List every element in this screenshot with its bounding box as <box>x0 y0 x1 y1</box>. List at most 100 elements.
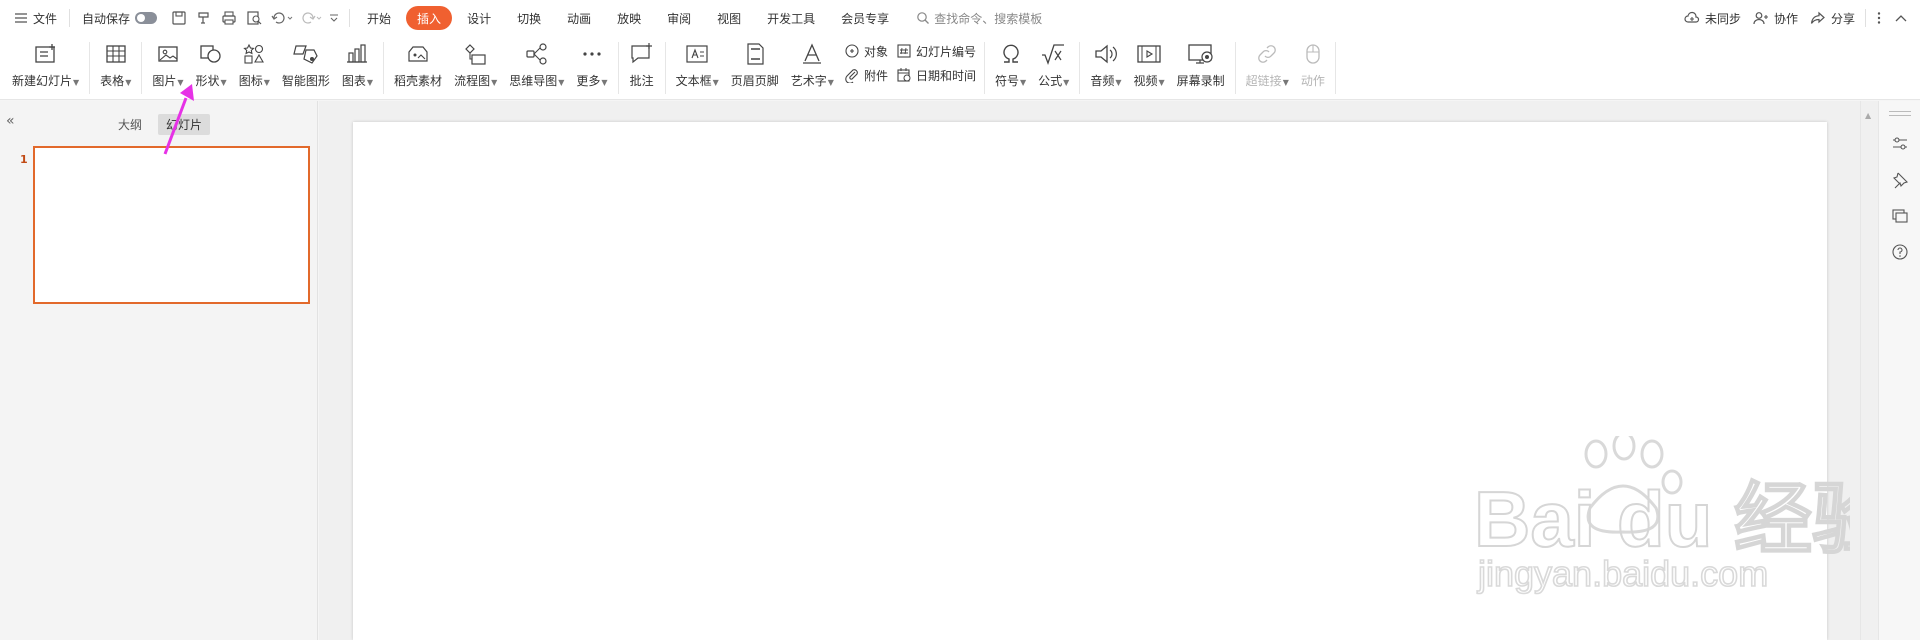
wordart-icon <box>803 43 822 64</box>
tab-9[interactable]: 会员专享 <box>828 6 902 30</box>
undo-icon[interactable] <box>268 9 294 27</box>
collapse-panel-icon[interactable]: « <box>6 113 15 129</box>
comment-icon <box>630 43 652 64</box>
print-preview-icon[interactable] <box>243 9 265 27</box>
toggle-switch-icon[interactable] <box>135 12 158 24</box>
ribbon-tabs: 开始 插入 设计 切换 动画 放映 审阅 视图 开发工具 会员专享 <box>354 0 902 36</box>
tab-5[interactable]: 放映 <box>604 6 654 30</box>
table-icon <box>106 45 126 63</box>
mouse-icon <box>1306 44 1320 64</box>
header-footer-button[interactable]: 页眉页脚 <box>725 40 785 96</box>
more-options-button[interactable] <box>1870 6 1888 30</box>
cloud-sync-icon <box>1684 11 1700 23</box>
icon-button[interactable]: 图标▼ <box>233 40 276 96</box>
hamburger-icon <box>15 13 27 23</box>
divider <box>1234 42 1236 94</box>
save-icon[interactable] <box>168 9 190 27</box>
collaborate-button[interactable]: 协作 <box>1747 6 1804 30</box>
tab-outline[interactable]: 大纲 <box>110 114 150 135</box>
shape-button[interactable]: 形状▼ <box>190 40 233 96</box>
formula-label: 公式 <box>1038 74 1063 88</box>
comment-label: 批注 <box>629 74 654 88</box>
scroll-up-icon[interactable]: ▲ <box>1865 111 1871 120</box>
formula-button[interactable]: 公式▼ <box>1032 40 1075 96</box>
hyperlink-label: 超链接 <box>1245 74 1282 88</box>
omega-symbol-icon <box>1002 44 1019 63</box>
object-button[interactable]: 对象 <box>844 42 888 60</box>
shape-icon <box>200 45 221 63</box>
tab-7[interactable]: 视图 <box>704 6 754 30</box>
comment-button[interactable]: 批注 <box>623 40 661 96</box>
panel-tabs: 大纲 幻灯片 <box>110 114 211 135</box>
smartart-label: 智能图形 <box>281 74 330 88</box>
tab-8[interactable]: 开发工具 <box>754 6 828 30</box>
paperclip-icon <box>845 69 858 83</box>
new-slide-icon <box>34 44 55 63</box>
autosave-toggle[interactable]: 自动保存 <box>74 6 165 30</box>
tab-0[interactable]: 开始 <box>354 6 404 30</box>
sidebar-grip <box>1889 111 1911 112</box>
flowchart-button[interactable]: 流程图▼ <box>448 40 503 96</box>
collapse-ribbon-button[interactable] <box>1888 6 1914 30</box>
slide-switch-icon[interactable] <box>1891 207 1909 225</box>
more-button[interactable]: 更多▼ <box>570 40 613 96</box>
audio-button[interactable]: 音频▼ <box>1084 40 1127 96</box>
attachment-button[interactable]: 附件 <box>844 66 888 84</box>
tab-2[interactable]: 设计 <box>454 6 504 30</box>
search-icon <box>917 12 930 24</box>
symbol-button[interactable]: 符号▼ <box>989 40 1032 96</box>
date-time-label: 日期和时间 <box>915 68 976 83</box>
sync-status-button[interactable]: 未同步 <box>1678 6 1747 30</box>
smartart-button[interactable]: 智能图形 <box>276 40 336 96</box>
insert-ribbon: 新建幻灯片▼ 表格▼ 图片▼ 形状▼ 图标▼ 智能图形 图表▼ 稻壳素材 流程图… <box>0 36 1920 100</box>
docer-assets-label: 稻壳素材 <box>394 74 443 88</box>
insert-small-group-1: 对象 附件 <box>840 40 892 86</box>
video-button[interactable]: 视频▼ <box>1127 40 1170 96</box>
search-box[interactable]: 查找命令、搜索模板 <box>902 10 1042 27</box>
right-task-sidebar <box>1878 101 1920 640</box>
slide-thumbnail[interactable] <box>33 146 310 304</box>
sync-label: 未同步 <box>1704 11 1741 26</box>
divider <box>383 42 385 94</box>
flowchart-label: 流程图 <box>454 74 491 88</box>
slide-number-button[interactable]: 幻灯片编号 <box>896 42 976 60</box>
tab-slides[interactable]: 幻灯片 <box>158 114 211 135</box>
pin-icon[interactable] <box>1891 171 1909 189</box>
picture-button[interactable]: 图片▼ <box>146 40 189 96</box>
vertical-scrollbar[interactable]: ▲ <box>1860 101 1878 640</box>
help-icon[interactable] <box>1891 243 1909 261</box>
share-button[interactable]: 分享 <box>1804 6 1861 30</box>
tab-3[interactable]: 切换 <box>504 6 554 30</box>
slide-navigation-panel: « 大纲 幻灯片 1 <box>0 101 318 640</box>
file-menu[interactable]: 文件 <box>0 6 65 30</box>
mindmap-button[interactable]: 思维导图▼ <box>503 40 570 96</box>
properties-icon[interactable] <box>1891 135 1909 153</box>
divider <box>664 42 666 94</box>
wordart-button[interactable]: 艺术字▼ <box>785 40 840 96</box>
format-painter-icon[interactable] <box>193 9 215 27</box>
hyperlink-button[interactable]: 超链接▼ <box>1240 40 1295 96</box>
chart-label: 图表 <box>341 74 366 88</box>
textbox-button[interactable]: 文本框▼ <box>670 40 725 96</box>
attachment-label: 附件 <box>863 68 888 83</box>
screen-record-button[interactable]: 屏幕录制 <box>1171 40 1231 96</box>
icon-label: 图标 <box>238 74 263 88</box>
docer-assets-button[interactable]: 稻壳素材 <box>388 40 448 96</box>
table-button[interactable]: 表格▼ <box>94 40 137 96</box>
slide-canvas[interactable] <box>353 122 1827 640</box>
redo-icon[interactable] <box>297 9 323 27</box>
tab-4[interactable]: 动画 <box>554 6 604 30</box>
chart-button[interactable]: 图表▼ <box>336 40 379 96</box>
customize-toolbar-icon[interactable] <box>326 9 342 27</box>
tab-6[interactable]: 审阅 <box>654 6 704 30</box>
divider <box>89 42 91 94</box>
chevron-up-icon <box>1895 15 1907 22</box>
print-icon[interactable] <box>218 9 240 27</box>
date-time-button[interactable]: 日期和时间 <box>896 66 976 84</box>
action-button[interactable]: 动作 <box>1295 40 1331 96</box>
audio-label: 音频 <box>1090 74 1115 88</box>
new-slide-button[interactable]: 新建幻灯片▼ <box>0 40 85 96</box>
screen-record-icon <box>1188 44 1213 64</box>
tab-1[interactable]: 插入 <box>406 6 453 30</box>
textbox-icon <box>686 45 708 63</box>
